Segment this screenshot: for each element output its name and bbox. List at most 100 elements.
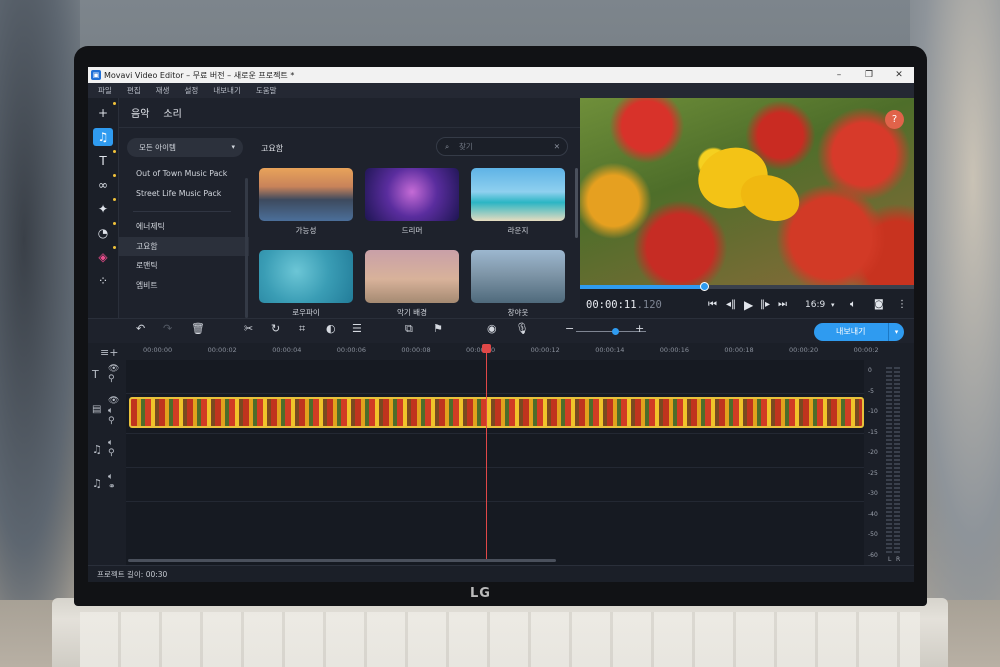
- unlink-icon[interactable]: ⚲: [108, 448, 115, 458]
- video-clip[interactable]: [129, 397, 864, 428]
- music-icon[interactable]: ♫: [93, 128, 113, 146]
- titles-icon[interactable]: T: [93, 150, 116, 170]
- audio-track-icon: ♫: [92, 477, 102, 490]
- music-thumbnail[interactable]: [259, 250, 353, 303]
- search-input[interactable]: ⌕ 찾기 ✕: [436, 137, 568, 156]
- video-track[interactable]: [126, 394, 864, 434]
- playhead[interactable]: [486, 347, 487, 559]
- play-icon[interactable]: ▶: [744, 292, 753, 318]
- category-item[interactable]: 엠비트: [119, 276, 249, 296]
- menu-playback[interactable]: 재생: [156, 85, 170, 96]
- category-item[interactable]: 에너제틱: [119, 217, 249, 237]
- scrubber-handle[interactable]: [699, 282, 709, 291]
- more-tools-icon[interactable]: ⁘: [93, 272, 113, 290]
- visibility-icon[interactable]: 👁︎: [108, 364, 119, 374]
- cut-icon[interactable]: ✂: [244, 322, 253, 335]
- category-dropdown-label: 모든 아이템: [139, 143, 176, 152]
- category-item[interactable]: 로맨틱: [119, 256, 249, 276]
- music-thumbnail[interactable]: [365, 168, 459, 221]
- volume-icon[interactable]: 🔈︎: [108, 406, 113, 416]
- tab-sounds[interactable]: 소리: [163, 105, 181, 120]
- category-item[interactable]: Out of Town Music Pack: [119, 164, 249, 184]
- store-icon[interactable]: ◈: [93, 246, 116, 266]
- level-bar-left: [886, 367, 892, 555]
- zoom-out-icon[interactable]: −: [565, 322, 574, 335]
- stickers-icon[interactable]: ◔: [93, 222, 116, 242]
- search-icon: ⌕: [445, 142, 450, 151]
- volume-icon[interactable]: 🔈︎: [108, 472, 113, 482]
- zoom-in-icon[interactable]: +: [635, 322, 644, 335]
- link-icon[interactable]: ⚭: [108, 482, 116, 492]
- close-button[interactable]: ✕: [884, 70, 914, 80]
- title-track[interactable]: [126, 360, 864, 394]
- overlay-icon[interactable]: ⧉: [405, 322, 413, 336]
- window-title: Movavi Video Editor – 무료 버전 – 새로운 프로젝트 *: [104, 70, 295, 80]
- zoom-slider-handle[interactable]: [612, 328, 619, 335]
- ruler-tick-label: 00:00:16: [659, 346, 689, 354]
- more-options-icon[interactable]: ⋮: [897, 292, 907, 318]
- help-button[interactable]: ?: [885, 110, 904, 129]
- marker-icon[interactable]: ⚑: [433, 322, 443, 335]
- aspect-ratio-selector[interactable]: 16:9: [805, 292, 825, 318]
- timeline-scrollbar[interactable]: [128, 559, 556, 562]
- timeline-toolbar: ↶ ↷ 🗑︎ ✂ ↻ ⌗ ◐ ☰ ⧉ ⚑ ◉ 🎙︎ − + 내보내기 ▾: [88, 318, 914, 343]
- meter-scale-label: -40: [868, 510, 878, 518]
- webcam-record-icon[interactable]: ◉: [487, 322, 497, 335]
- music-thumbnail[interactable]: [471, 168, 565, 221]
- audio-track[interactable]: [126, 468, 864, 502]
- clear-icon[interactable]: ✕: [554, 138, 560, 155]
- menu-edit[interactable]: 편집: [127, 85, 141, 96]
- music-thumbnail[interactable]: [365, 250, 459, 303]
- unlink-icon[interactable]: ⚲: [108, 416, 115, 426]
- minimize-button[interactable]: –: [824, 70, 854, 80]
- status-bar: 프로젝트 길이: 00:30: [88, 565, 914, 582]
- video-preview[interactable]: ?: [580, 98, 914, 285]
- category-item-selected[interactable]: 고요함: [119, 236, 249, 256]
- menu-file[interactable]: 파일: [98, 85, 112, 96]
- undo-icon[interactable]: ↶: [136, 322, 145, 335]
- category-item[interactable]: Street Life Music Pack: [119, 184, 249, 204]
- content-scrollbar[interactable]: [575, 168, 578, 238]
- add-media-icon[interactable]: +: [93, 102, 116, 122]
- export-button[interactable]: 내보내기 ▾: [814, 323, 904, 341]
- menu-settings[interactable]: 설정: [184, 85, 198, 96]
- next-frame-icon[interactable]: ‖▸: [760, 292, 770, 318]
- maximize-button[interactable]: ❐: [854, 70, 884, 80]
- voice-record-icon[interactable]: 🎙︎: [515, 322, 529, 335]
- transitions-icon[interactable]: ∞: [93, 174, 116, 194]
- rotate-icon[interactable]: ↻: [271, 322, 280, 335]
- music-thumbnail[interactable]: [259, 168, 353, 221]
- ruler-tick-label: 00:00:02: [207, 346, 237, 354]
- effects-icon[interactable]: ✦: [93, 198, 116, 218]
- timeline-ruler[interactable]: 00:00:00 00:00:02 00:00:04 00:00:06 00:00:08…: [126, 343, 879, 360]
- prev-frame-icon[interactable]: ◂‖: [726, 292, 736, 318]
- ruler-tick-label: 00:00:04: [272, 346, 302, 354]
- menu-export[interactable]: 내보내기: [213, 85, 241, 96]
- category-dropdown[interactable]: 모든 아이템 ▾: [127, 138, 243, 157]
- category-scrollbar[interactable]: [245, 178, 248, 318]
- menu-help[interactable]: 도움말: [256, 85, 277, 96]
- skip-end-icon[interactable]: ⏭: [778, 292, 787, 318]
- volume-icon[interactable]: 🔈︎: [850, 292, 856, 318]
- preview-scrubber[interactable]: [580, 282, 914, 291]
- timecode-main: 00:00:11: [586, 299, 637, 311]
- snapshot-icon[interactable]: ◙: [874, 292, 884, 318]
- skip-start-icon[interactable]: ⏮: [708, 292, 717, 318]
- ruler-tick-label: 00:00:18: [724, 346, 754, 354]
- add-track-icon[interactable]: ≡+: [100, 346, 118, 359]
- clip-properties-icon[interactable]: ☰: [352, 322, 362, 335]
- export-dropdown-icon[interactable]: ▾: [888, 323, 904, 341]
- redo-icon[interactable]: ↷: [163, 322, 172, 335]
- music-thumbnail[interactable]: [471, 250, 565, 303]
- ruler-tick-label: 00:00:20: [789, 346, 819, 354]
- visibility-icon[interactable]: 👁︎: [108, 396, 119, 406]
- app-icon: ▣: [91, 70, 101, 80]
- delete-icon[interactable]: 🗑︎: [191, 322, 205, 335]
- unlink-icon[interactable]: ⚲: [108, 374, 115, 384]
- audio-track[interactable]: [126, 434, 864, 468]
- crop-icon[interactable]: ⌗: [299, 322, 305, 336]
- color-adjust-icon[interactable]: ◐: [326, 322, 336, 335]
- tab-music[interactable]: 음악: [131, 105, 149, 120]
- timeline-tracks[interactable]: [126, 360, 864, 565]
- volume-icon[interactable]: 🔈︎: [108, 438, 113, 448]
